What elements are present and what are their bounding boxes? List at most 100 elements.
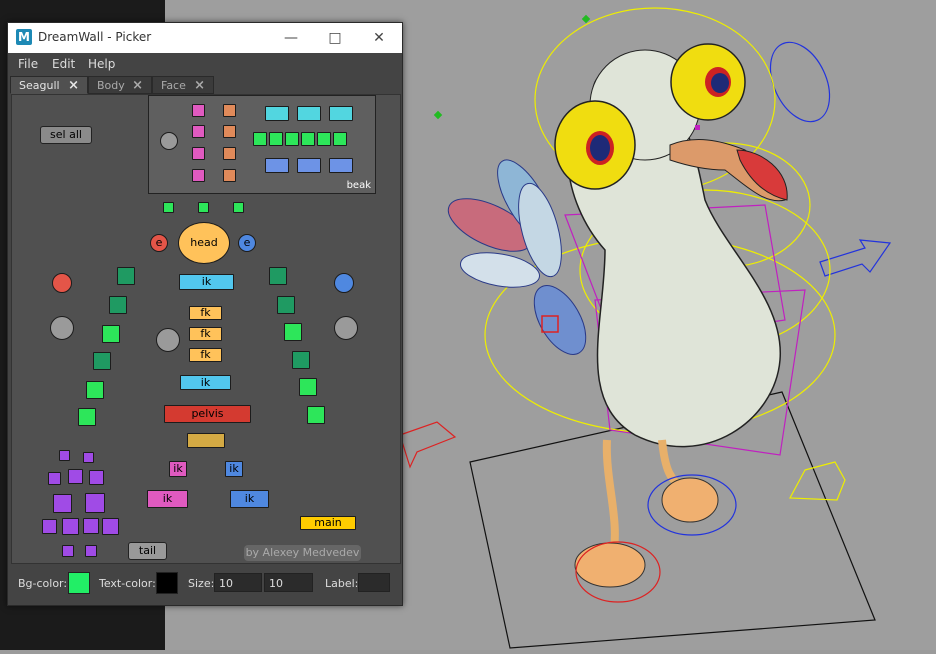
spine-switch-control[interactable]	[156, 328, 180, 352]
label-field[interactable]	[358, 573, 390, 592]
tab-face[interactable]: Face ×	[152, 76, 214, 94]
neck-control[interactable]	[198, 202, 209, 213]
tab-body-label: Body	[97, 79, 125, 92]
beak-panel-label: beak	[346, 180, 371, 191]
main-control[interactable]: main	[300, 516, 356, 530]
text-color-swatch[interactable]	[156, 572, 178, 594]
wing-left-control[interactable]	[109, 296, 127, 314]
tail-feather-control[interactable]	[85, 493, 105, 513]
beak-control[interactable]	[192, 125, 205, 138]
wing-left-control[interactable]	[117, 267, 135, 285]
tail-feather-control[interactable]	[62, 545, 74, 557]
tail-feather-control[interactable]	[48, 472, 61, 485]
beak-control[interactable]	[192, 104, 205, 117]
tail-feather-control[interactable]	[89, 470, 104, 485]
beak-control[interactable]	[333, 132, 347, 146]
beak-control[interactable]	[329, 106, 353, 121]
leg-left-ik-control[interactable]: ik	[169, 461, 187, 477]
beak-control[interactable]	[285, 132, 299, 146]
label-label: Label:	[325, 577, 359, 590]
hip-control[interactable]	[187, 433, 225, 448]
beak-control[interactable]	[265, 106, 289, 121]
beak-control[interactable]	[297, 158, 321, 173]
tail-feather-control[interactable]	[102, 518, 119, 535]
tab-seagull[interactable]: Seagull ×	[10, 76, 88, 94]
close-tab-icon[interactable]: ×	[132, 77, 143, 94]
head-control[interactable]: head	[178, 222, 230, 264]
wing-left-control[interactable]	[86, 381, 104, 399]
title-bar[interactable]: M DreamWall - Picker — □ ✕	[8, 23, 402, 53]
tab-face-label: Face	[161, 79, 186, 92]
menu-bar: File Edit Help	[8, 53, 402, 75]
beak-control[interactable]	[265, 158, 289, 173]
wing-right-control[interactable]	[277, 296, 295, 314]
beak-control[interactable]	[329, 158, 353, 173]
wing-right-switch-control[interactable]	[334, 316, 358, 340]
wing-left-control[interactable]	[78, 408, 96, 426]
eye-right-control[interactable]: e	[238, 234, 256, 252]
beak-control[interactable]	[192, 169, 205, 182]
beak-control[interactable]	[253, 132, 267, 146]
tail-feather-control[interactable]	[59, 450, 70, 461]
spine-fk-control[interactable]: fk	[189, 306, 222, 320]
neck-control[interactable]	[163, 202, 174, 213]
tab-seagull-label: Seagull	[19, 79, 60, 92]
maximize-icon[interactable]: □	[320, 27, 350, 49]
wing-right-root-control[interactable]	[334, 273, 354, 293]
close-tab-icon[interactable]: ×	[68, 77, 79, 94]
bg-color-label: Bg-color:	[18, 577, 68, 590]
tail-control[interactable]: tail	[128, 542, 167, 560]
tab-body[interactable]: Body ×	[88, 76, 152, 94]
wing-right-control[interactable]	[292, 351, 310, 369]
bg-color-swatch[interactable]	[68, 572, 90, 594]
wing-right-control[interactable]	[269, 267, 287, 285]
foot-right-ik-control[interactable]: ik	[230, 490, 269, 508]
wing-left-root-control[interactable]	[52, 273, 72, 293]
wing-right-control[interactable]	[299, 378, 317, 396]
size-height-field[interactable]: 10	[264, 573, 313, 592]
beak-control[interactable]	[223, 125, 236, 138]
tail-feather-control[interactable]	[53, 494, 72, 513]
beak-control[interactable]	[269, 132, 283, 146]
tail-feather-control[interactable]	[68, 469, 83, 484]
beak-control[interactable]	[301, 132, 315, 146]
menu-edit[interactable]: Edit	[52, 57, 75, 71]
beak-control[interactable]	[223, 147, 236, 160]
minimize-icon[interactable]: —	[276, 27, 306, 49]
picker-window: M DreamWall - Picker — □ ✕ File Edit Hel…	[7, 22, 403, 606]
menu-help[interactable]: Help	[88, 57, 115, 71]
wing-right-control[interactable]	[284, 323, 302, 341]
neck-control[interactable]	[233, 202, 244, 213]
beak-control[interactable]	[223, 104, 236, 117]
beak-control[interactable]	[297, 106, 321, 121]
wing-left-switch-control[interactable]	[50, 316, 74, 340]
beak-control[interactable]	[192, 147, 205, 160]
close-icon[interactable]: ✕	[364, 27, 394, 49]
wing-right-control[interactable]	[307, 406, 325, 424]
text-color-label: Text-color:	[99, 577, 156, 590]
tail-feather-control[interactable]	[83, 452, 94, 463]
size-label: Size:	[188, 577, 215, 590]
beak-control[interactable]	[223, 169, 236, 182]
wing-left-control[interactable]	[93, 352, 111, 370]
foot-left-ik-control[interactable]: ik	[147, 490, 188, 508]
tail-feather-control[interactable]	[42, 519, 57, 534]
tail-feather-control[interactable]	[85, 545, 97, 557]
beak-root-control[interactable]	[160, 132, 178, 150]
select-all-button[interactable]: sel all	[40, 126, 92, 144]
maya-logo-icon: M	[16, 29, 32, 45]
beak-control[interactable]	[317, 132, 331, 146]
chest-ik-control[interactable]: ik	[179, 274, 234, 290]
spine-ik-control[interactable]: ik	[180, 375, 231, 390]
tail-feather-control[interactable]	[62, 518, 79, 535]
size-width-field[interactable]: 10	[214, 573, 262, 592]
tail-feather-control[interactable]	[83, 518, 99, 534]
menu-file[interactable]: File	[18, 57, 38, 71]
spine-fk-control[interactable]: fk	[189, 348, 222, 362]
eye-left-control[interactable]: e	[150, 234, 168, 252]
close-tab-icon[interactable]: ×	[194, 77, 205, 94]
pelvis-control[interactable]: pelvis	[164, 405, 251, 423]
wing-left-control[interactable]	[102, 325, 120, 343]
leg-right-ik-control[interactable]: ik	[225, 461, 243, 477]
spine-fk-control[interactable]: fk	[189, 327, 222, 341]
